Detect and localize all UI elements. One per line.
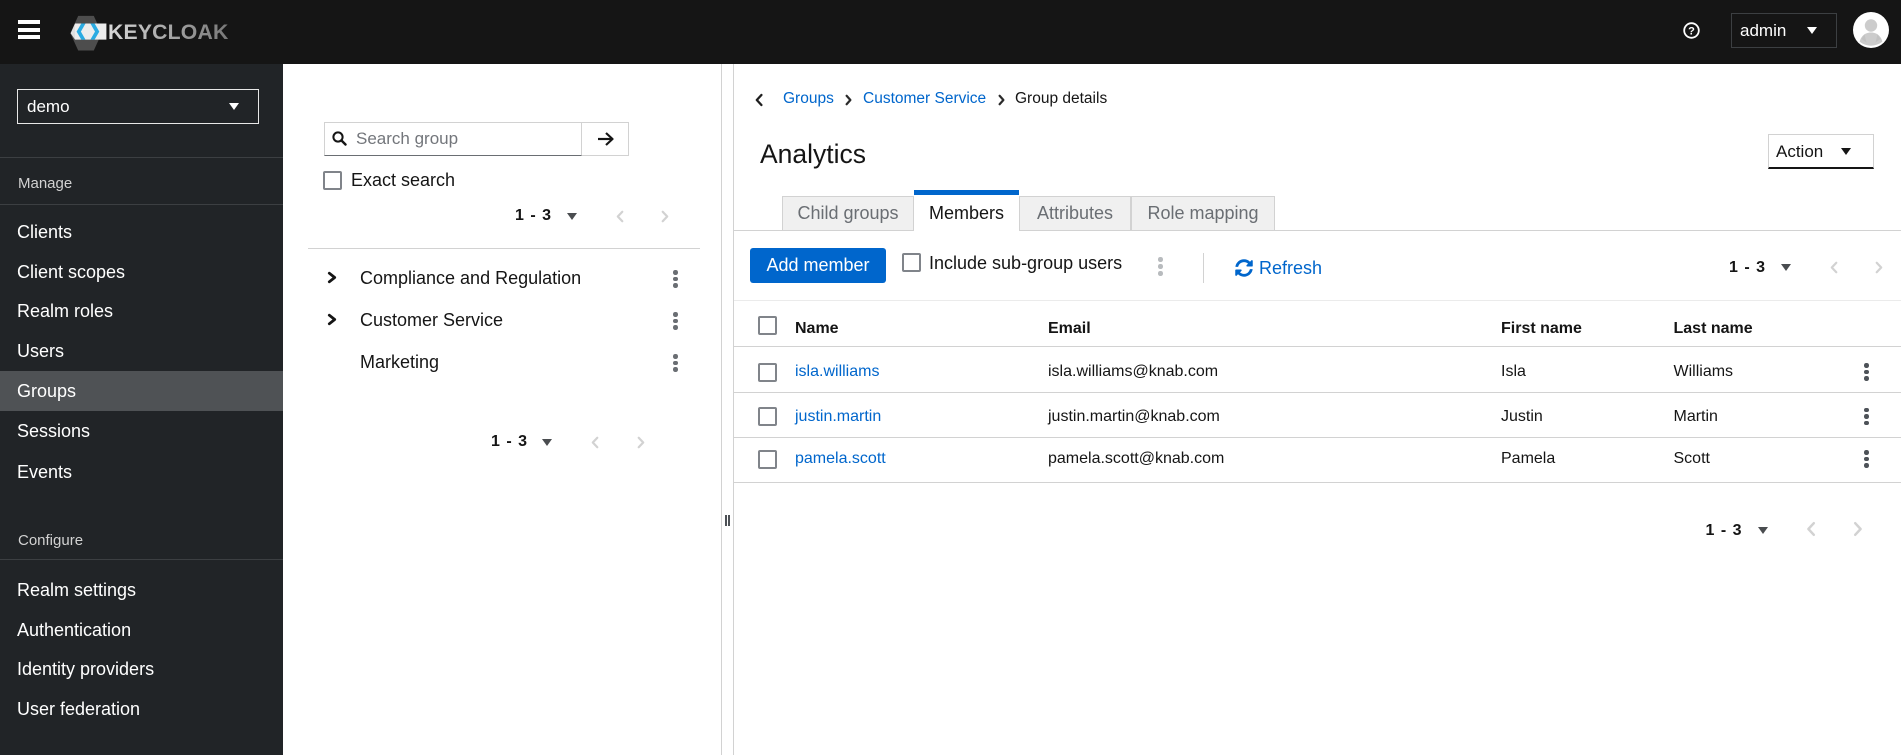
svg-text:?: ? [1688,25,1695,37]
svg-text:KEYCLOAK: KEYCLOAK [108,21,229,44]
